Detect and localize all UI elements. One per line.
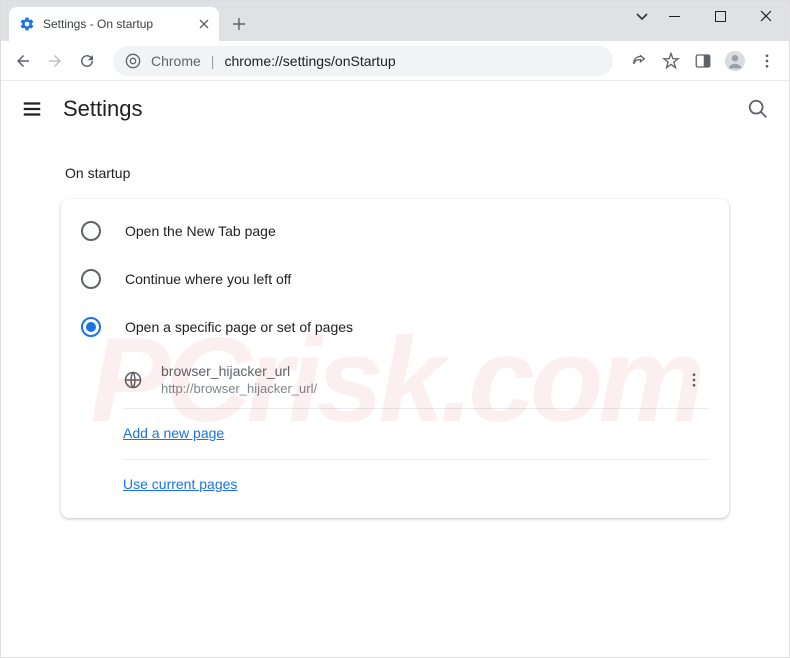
browser-tab[interactable]: Settings - On startup — [9, 7, 219, 41]
radio-icon-checked — [81, 317, 101, 337]
page-more-button[interactable] — [685, 371, 709, 389]
add-page-link[interactable]: Add a new page — [123, 425, 224, 441]
page-title: Settings — [63, 96, 143, 122]
startup-card: Open the New Tab page Continue where you… — [61, 199, 729, 518]
use-current-row: Use current pages — [123, 460, 709, 510]
maximize-button[interactable] — [697, 1, 743, 31]
chevron-down-icon — [635, 9, 649, 23]
close-tab-icon[interactable] — [199, 19, 209, 29]
chrome-icon — [125, 53, 141, 69]
use-current-link[interactable]: Use current pages — [123, 476, 237, 492]
gear-icon — [19, 16, 35, 32]
omnibox-url: chrome://settings/onStartup — [224, 53, 395, 69]
page-url: http://browser_hijacker_url/ — [161, 381, 667, 396]
menu-button[interactable] — [753, 47, 781, 75]
profile-button[interactable] — [721, 47, 749, 75]
star-icon — [662, 52, 680, 70]
globe-icon — [123, 370, 143, 390]
sidepanel-button[interactable] — [689, 47, 717, 75]
reload-icon — [78, 52, 96, 70]
sidepanel-icon — [694, 52, 712, 70]
minimize-button[interactable] — [651, 1, 697, 31]
radio-continue[interactable]: Continue where you left off — [61, 255, 729, 303]
radio-icon — [81, 221, 101, 241]
radio-icon — [81, 269, 101, 289]
avatar-icon — [724, 50, 746, 72]
minimize-icon — [669, 11, 680, 22]
plus-icon — [232, 17, 246, 31]
omnibox-separator: | — [211, 53, 215, 69]
browser-toolbar: Chrome | chrome://settings/onStartup — [1, 41, 789, 81]
arrow-right-icon — [46, 52, 64, 70]
radio-label: Continue where you left off — [125, 271, 291, 287]
settings-search-button[interactable] — [747, 98, 769, 120]
share-icon — [630, 52, 648, 70]
settings-content: On startup Open the New Tab page Continu… — [1, 137, 789, 528]
reload-button[interactable] — [73, 47, 101, 75]
share-button[interactable] — [625, 47, 653, 75]
hamburger-icon[interactable] — [21, 98, 43, 120]
startup-page-item: browser_hijacker_url http://browser_hija… — [123, 351, 709, 409]
back-button[interactable] — [9, 47, 37, 75]
settings-header: Settings — [1, 81, 789, 137]
bookmark-button[interactable] — [657, 47, 685, 75]
forward-button[interactable] — [41, 47, 69, 75]
address-bar[interactable]: Chrome | chrome://settings/onStartup — [113, 46, 613, 76]
arrow-left-icon — [14, 52, 32, 70]
radio-label: Open a specific page or set of pages — [125, 319, 353, 335]
close-icon — [760, 10, 772, 22]
tab-title: Settings - On startup — [43, 17, 191, 31]
startup-pages-list: browser_hijacker_url http://browser_hija… — [123, 351, 709, 510]
window-titlebar: Settings - On startup — [1, 1, 789, 41]
kebab-icon — [685, 371, 703, 389]
section-title: On startup — [65, 165, 729, 181]
window-controls — [651, 1, 789, 31]
radio-label: Open the New Tab page — [125, 223, 276, 239]
maximize-icon — [715, 11, 726, 22]
kebab-icon — [758, 52, 776, 70]
tab-search-button[interactable] — [635, 9, 649, 23]
close-window-button[interactable] — [743, 1, 789, 31]
add-page-row: Add a new page — [123, 409, 709, 460]
radio-specific-pages[interactable]: Open a specific page or set of pages — [61, 303, 729, 351]
omnibox-label: Chrome — [151, 53, 201, 69]
radio-new-tab[interactable]: Open the New Tab page — [61, 207, 729, 255]
page-name: browser_hijacker_url — [161, 363, 667, 379]
new-tab-button[interactable] — [225, 10, 253, 38]
search-icon — [747, 98, 769, 120]
